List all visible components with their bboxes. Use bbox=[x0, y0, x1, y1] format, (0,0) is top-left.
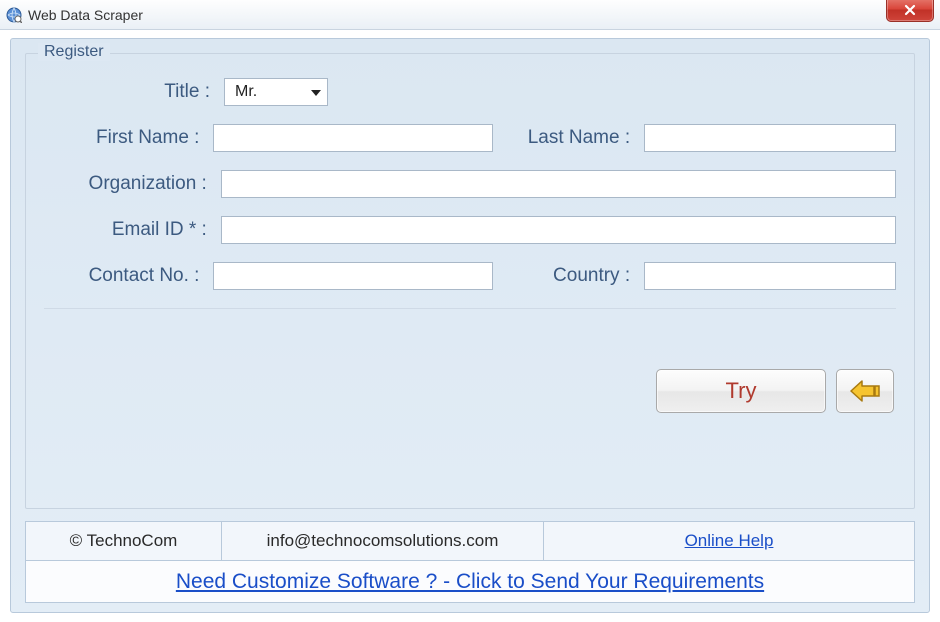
row-name: First Name : Last Name : bbox=[44, 124, 896, 152]
last-name-input[interactable] bbox=[644, 124, 896, 152]
row-contact: Contact No. : Country : bbox=[44, 262, 896, 290]
try-button[interactable]: Try bbox=[656, 369, 826, 413]
label-country: Country : bbox=[493, 265, 644, 287]
label-last-name: Last Name : bbox=[493, 127, 644, 149]
online-help-link[interactable]: Online Help bbox=[685, 531, 774, 551]
row-org: Organization : bbox=[44, 170, 896, 198]
title-select[interactable]: Mr. bbox=[224, 78, 328, 106]
footer-row-2: Need Customize Software ? - Click to Sen… bbox=[26, 560, 914, 602]
title-select-value: Mr. bbox=[235, 83, 257, 101]
label-contact: Contact No. : bbox=[44, 265, 213, 287]
chevron-down-icon bbox=[311, 83, 321, 101]
footer-row-1: © TechnoCom info@technocomsolutions.com … bbox=[26, 522, 914, 560]
arrow-left-icon bbox=[848, 378, 882, 404]
first-name-input[interactable] bbox=[213, 124, 493, 152]
titlebar: Web Data Scraper bbox=[0, 0, 940, 30]
label-organization: Organization : bbox=[44, 173, 221, 195]
organization-input[interactable] bbox=[221, 170, 896, 198]
try-button-label: Try bbox=[726, 378, 757, 404]
back-button[interactable] bbox=[836, 369, 894, 413]
email-input[interactable] bbox=[221, 216, 896, 244]
label-title: Title : bbox=[44, 81, 224, 103]
label-first-name: First Name : bbox=[44, 127, 213, 149]
groupbox-legend: Register bbox=[38, 43, 110, 61]
close-icon bbox=[903, 4, 917, 16]
label-email: Email ID * : bbox=[44, 219, 221, 241]
register-groupbox: Register Title : Mr. First Name : Last N… bbox=[25, 53, 915, 509]
close-button[interactable] bbox=[886, 0, 934, 22]
row-title: Title : Mr. bbox=[44, 78, 896, 106]
customize-link[interactable]: Need Customize Software ? - Click to Sen… bbox=[176, 570, 764, 594]
footer-help-cell: Online Help bbox=[544, 522, 914, 560]
contact-input[interactable] bbox=[213, 262, 493, 290]
row-email: Email ID * : bbox=[44, 216, 896, 244]
divider bbox=[44, 308, 896, 309]
footer-copyright: © TechnoCom bbox=[26, 522, 222, 560]
footer-email: info@technocomsolutions.com bbox=[222, 522, 544, 560]
main-panel: Register Title : Mr. First Name : Last N… bbox=[10, 38, 930, 613]
window-title: Web Data Scraper bbox=[28, 7, 143, 23]
country-input[interactable] bbox=[644, 262, 896, 290]
app-icon bbox=[6, 7, 22, 23]
button-row: Try bbox=[44, 369, 896, 413]
footer: © TechnoCom info@technocomsolutions.com … bbox=[25, 521, 915, 603]
